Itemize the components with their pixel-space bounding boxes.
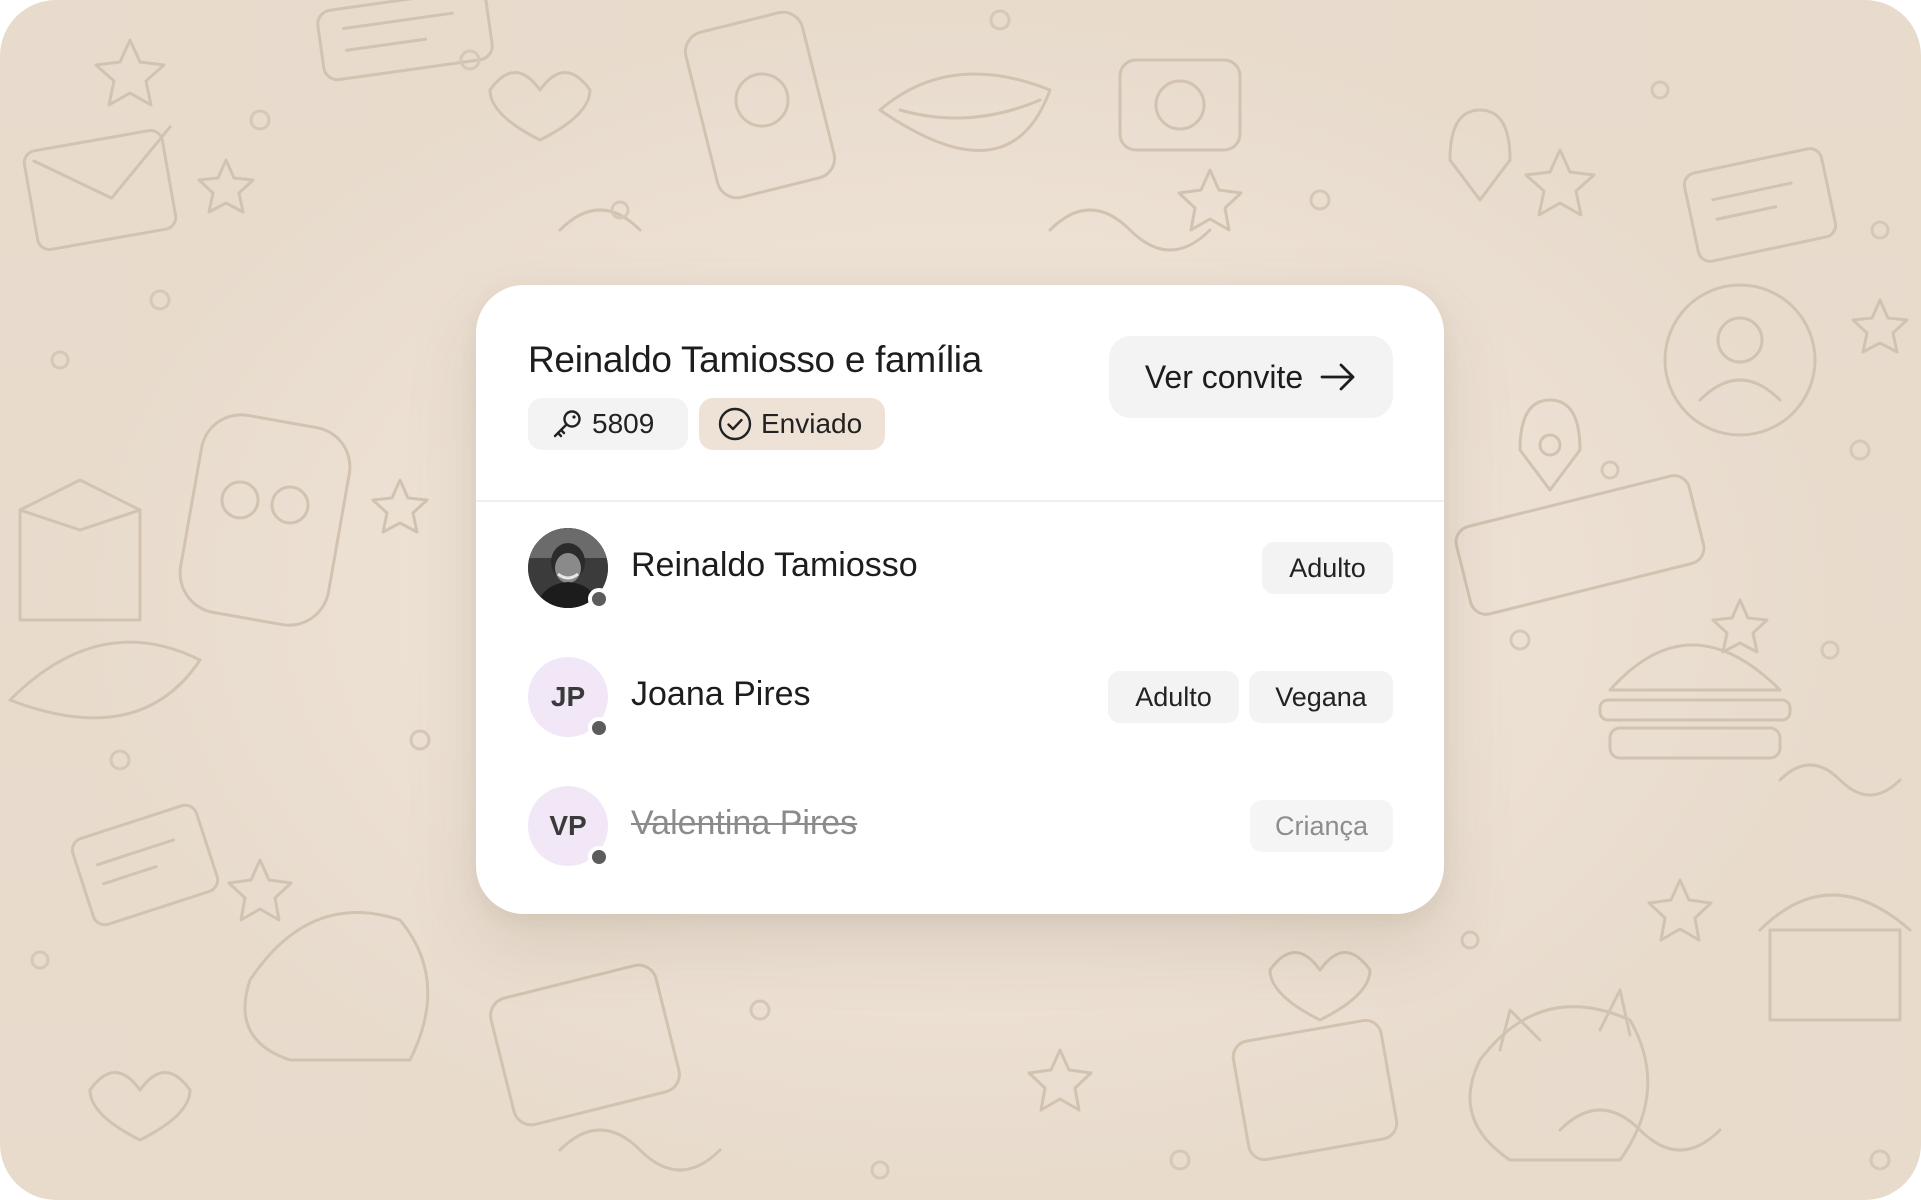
avatar: VP (528, 786, 610, 868)
guest-row[interactable]: JP Joana Pires Adulto Vegana (476, 657, 1444, 739)
guest-group-card: Reinaldo Tamiosso e família 5809 Enviado… (476, 285, 1444, 914)
guest-name-removed: Valentina Pires (631, 804, 858, 842)
avatar (528, 528, 610, 610)
family-title: Reinaldo Tamiosso e família (528, 339, 982, 380)
guest-name: Reinaldo Tamiosso (631, 546, 918, 584)
avatar-initials: VP (549, 810, 587, 841)
guest-tag-vegana: Vegana (1249, 671, 1393, 723)
status-label: Enviado (761, 408, 863, 439)
status-badge: Enviado (699, 398, 885, 450)
avatar: JP (528, 657, 610, 739)
presence-dot (588, 588, 610, 610)
view-invite-button[interactable]: Ver convite (1109, 336, 1393, 418)
guest-name: Joana Pires (631, 675, 811, 713)
guest-tag-adulto: Adulto (1108, 671, 1239, 723)
guest-row[interactable]: VP Valentina Pires Criança (476, 786, 1444, 868)
card-header: Reinaldo Tamiosso e família 5809 Enviado… (476, 285, 1444, 502)
key-icon (553, 410, 581, 438)
wallpaper-frame: Reinaldo Tamiosso e família 5809 Enviado… (0, 0, 1921, 1200)
presence-dot (588, 846, 610, 868)
arrow-right-icon (1320, 363, 1355, 391)
invite-code-chip: 5809 (528, 398, 688, 450)
guest-row[interactable]: Reinaldo Tamiosso Adulto (476, 528, 1444, 610)
presence-dot (588, 717, 610, 739)
view-invite-label: Ver convite (1144, 358, 1304, 395)
guest-tag-crianca: Criança (1250, 800, 1393, 852)
guest-tag-adulto: Adulto (1262, 542, 1393, 594)
check-circle-icon (718, 407, 752, 441)
invite-code: 5809 (592, 408, 655, 439)
avatar-initials: JP (550, 681, 586, 712)
